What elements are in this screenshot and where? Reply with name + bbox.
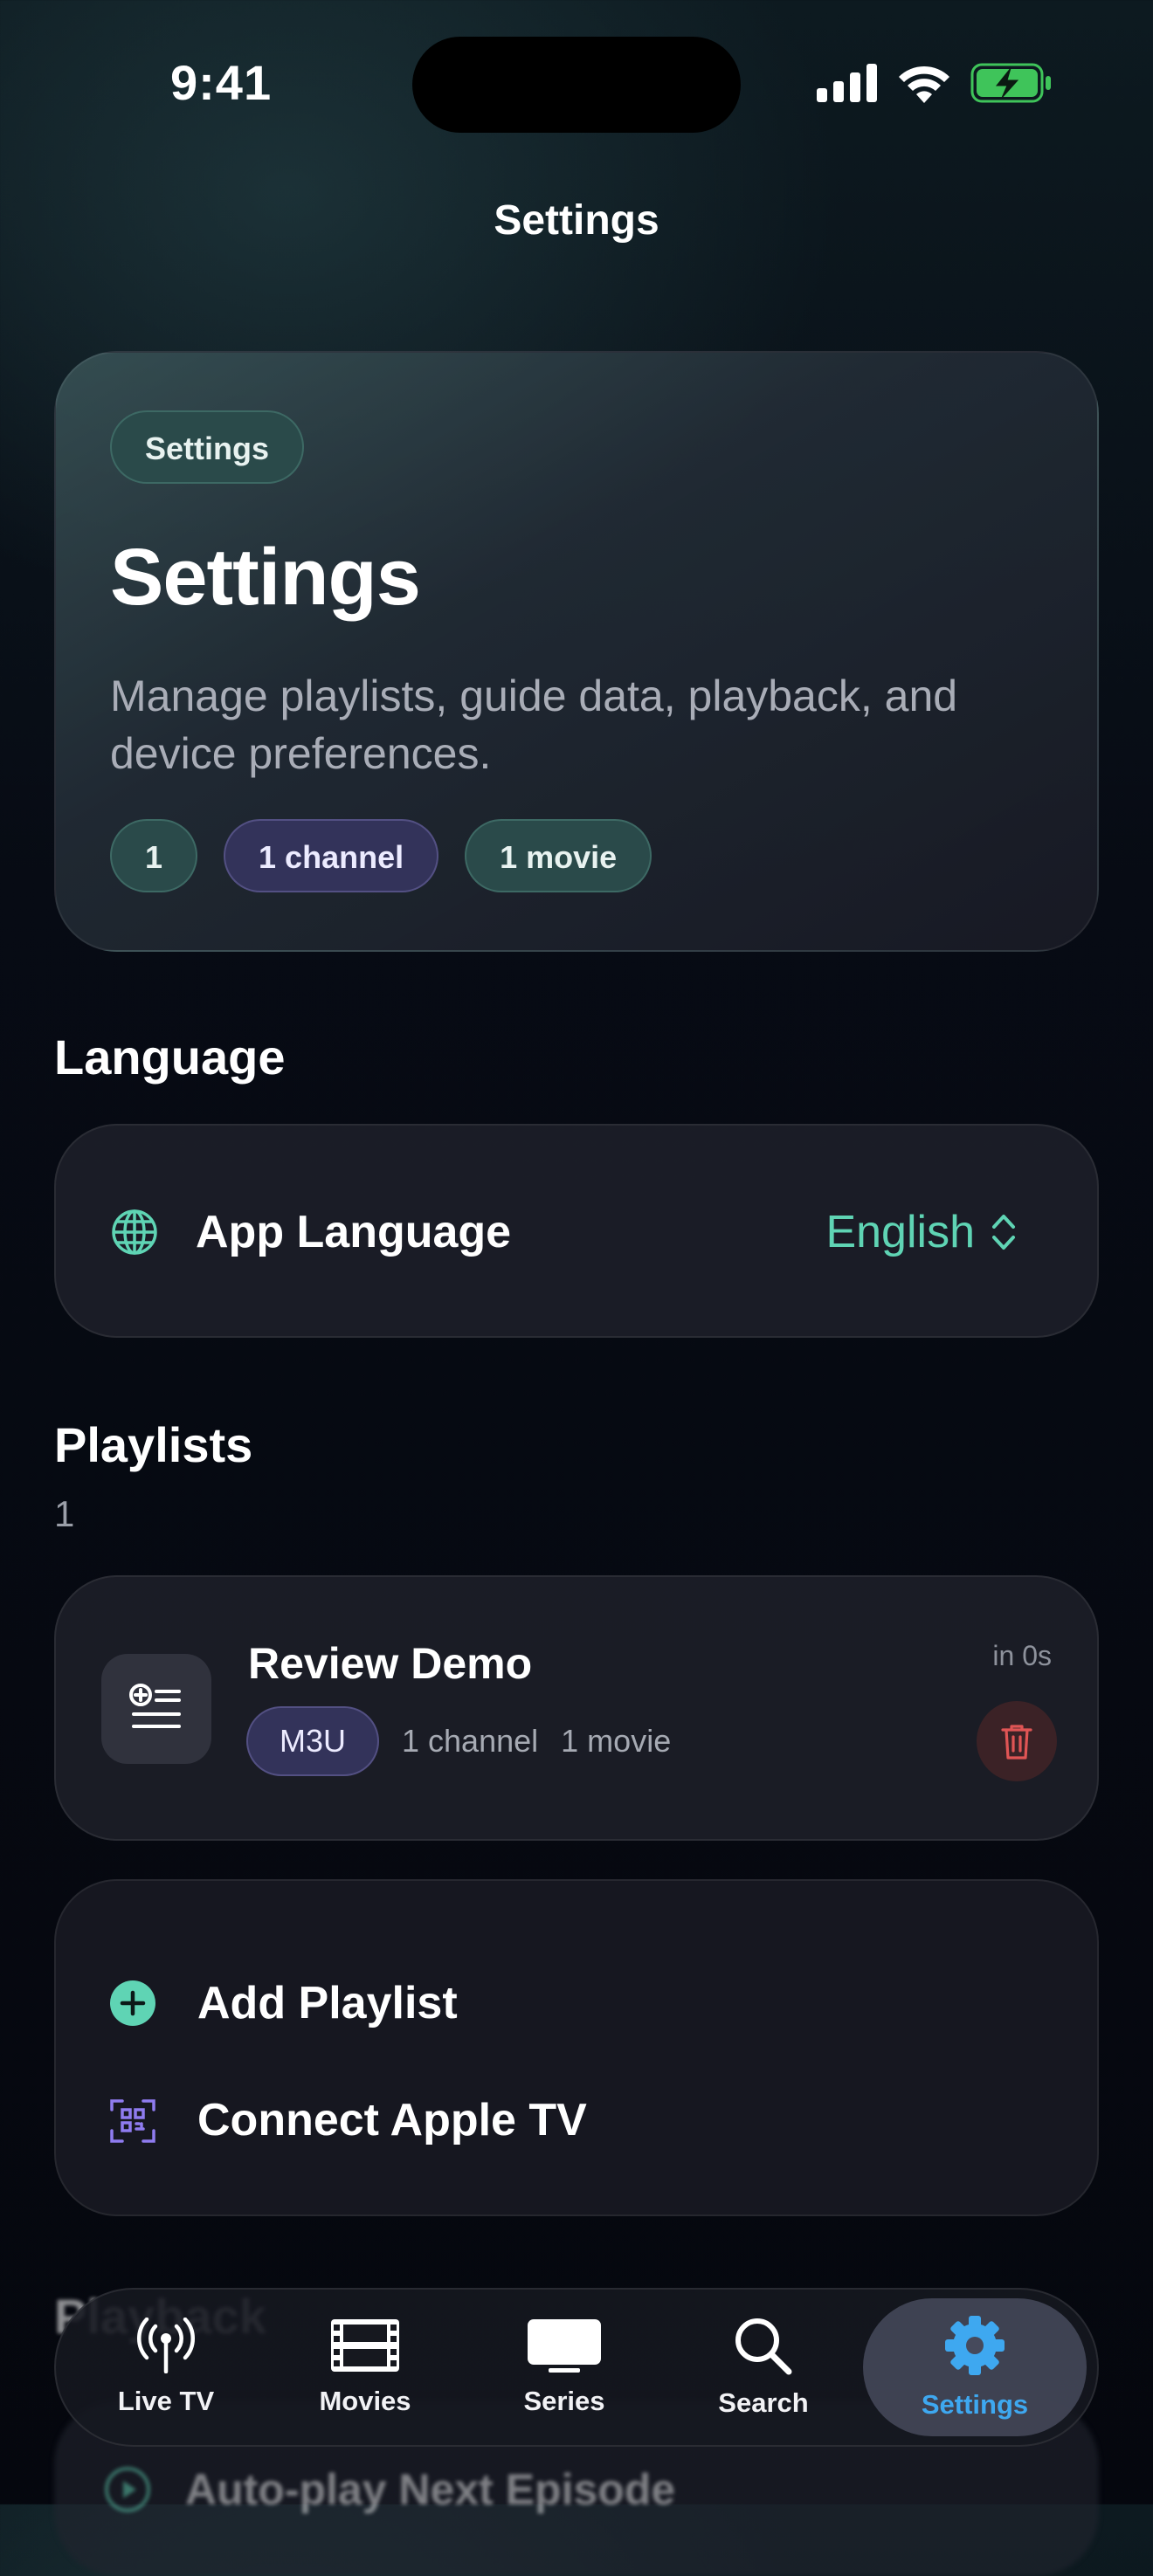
battery-charging-icon xyxy=(970,63,1051,103)
add-playlist-button[interactable]: Add Playlist xyxy=(110,1977,458,2029)
film-icon xyxy=(331,2319,399,2372)
tab-movies[interactable]: Movies xyxy=(266,2298,465,2436)
tab-search[interactable]: Search xyxy=(664,2298,863,2436)
playlist-type-badge: M3U xyxy=(246,1706,380,1776)
playlists-heading: Playlists xyxy=(54,1417,253,1472)
tab-live-tv[interactable]: Live TV xyxy=(66,2298,266,2436)
hero-badge: Settings xyxy=(110,410,305,484)
hero-description: Manage playlists, guide data, playback, … xyxy=(110,672,958,778)
gear-icon xyxy=(945,2316,1005,2375)
wifi-icon xyxy=(899,65,949,103)
nav-title: Settings xyxy=(494,197,659,244)
tv-icon xyxy=(528,2319,601,2373)
cellular-signal-icon xyxy=(817,64,877,102)
movie-count-chip: 1 movie xyxy=(465,819,652,892)
add-playlist-label: Add Playlist xyxy=(197,1978,458,2028)
app-language-label: App Language xyxy=(196,1207,512,1257)
hero-title: Settings xyxy=(110,533,421,622)
tab-bar: Live TV Movies Series Search Settings xyxy=(54,2288,1099,2447)
play-circle-icon xyxy=(105,2467,150,2512)
playlist-icon-tile xyxy=(101,1654,211,1764)
delete-playlist-button[interactable] xyxy=(977,1701,1057,1781)
channel-count-chip: 1 channel xyxy=(224,819,439,892)
antenna-icon xyxy=(137,2318,195,2373)
playlist-name: Review Demo xyxy=(248,1639,533,1688)
status-time: 9:41 xyxy=(170,55,273,110)
language-picker[interactable]: English xyxy=(825,1206,1017,1258)
playlist-updated: in 0s xyxy=(992,1640,1052,1671)
playlist-count-chip: 1 xyxy=(110,819,198,892)
qr-scan-icon xyxy=(110,2099,155,2143)
autoplay-row[interactable]: Auto-play Next Episode xyxy=(105,2464,675,2515)
playlist-item[interactable]: Review Demo M3U 1 channel 1 movie in 0s xyxy=(54,1575,1099,1841)
autoplay-label: Auto-play Next Episode xyxy=(185,2465,676,2514)
playlist-channels: 1 channel xyxy=(402,1723,539,1759)
search-icon xyxy=(735,2318,792,2375)
tab-search-label: Search xyxy=(718,2387,809,2418)
playlists-count: 1 xyxy=(54,1493,75,1534)
chevron-up-down-icon xyxy=(992,1215,1015,1250)
playlist-movies: 1 movie xyxy=(561,1723,672,1759)
tab-settings[interactable]: Settings xyxy=(863,2298,1087,2436)
app-language-row[interactable]: App Language English xyxy=(54,1124,1099,1338)
tab-live-tv-label: Live TV xyxy=(117,2386,215,2416)
playlist-actions-card: Add Playlist Connect Apple TV xyxy=(54,1879,1099,2216)
language-heading: Language xyxy=(54,1030,286,1085)
connect-apple-tv-button[interactable]: Connect Apple TV xyxy=(110,2094,587,2146)
language-value: English xyxy=(825,1207,975,1257)
tab-series[interactable]: Series xyxy=(465,2298,664,2436)
hero-chips: 1 1 channel 1 movie xyxy=(110,819,652,892)
tab-movies-label: Movies xyxy=(319,2386,411,2416)
connect-apple-tv-label: Connect Apple TV xyxy=(197,2095,587,2146)
status-icons xyxy=(817,61,1053,105)
globe-icon xyxy=(112,1209,157,1255)
dynamic-island xyxy=(412,37,741,133)
tab-series-label: Series xyxy=(523,2386,605,2416)
tab-settings-label: Settings xyxy=(921,2389,1029,2420)
trash-icon xyxy=(1001,1725,1032,1760)
list-add-icon xyxy=(129,1684,181,1728)
settings-hero-card: Settings Settings Manage playlists, guid… xyxy=(54,351,1099,952)
playlist-meta: M3U 1 channel 1 movie xyxy=(246,1706,671,1776)
plus-circle-icon xyxy=(110,1980,155,2026)
